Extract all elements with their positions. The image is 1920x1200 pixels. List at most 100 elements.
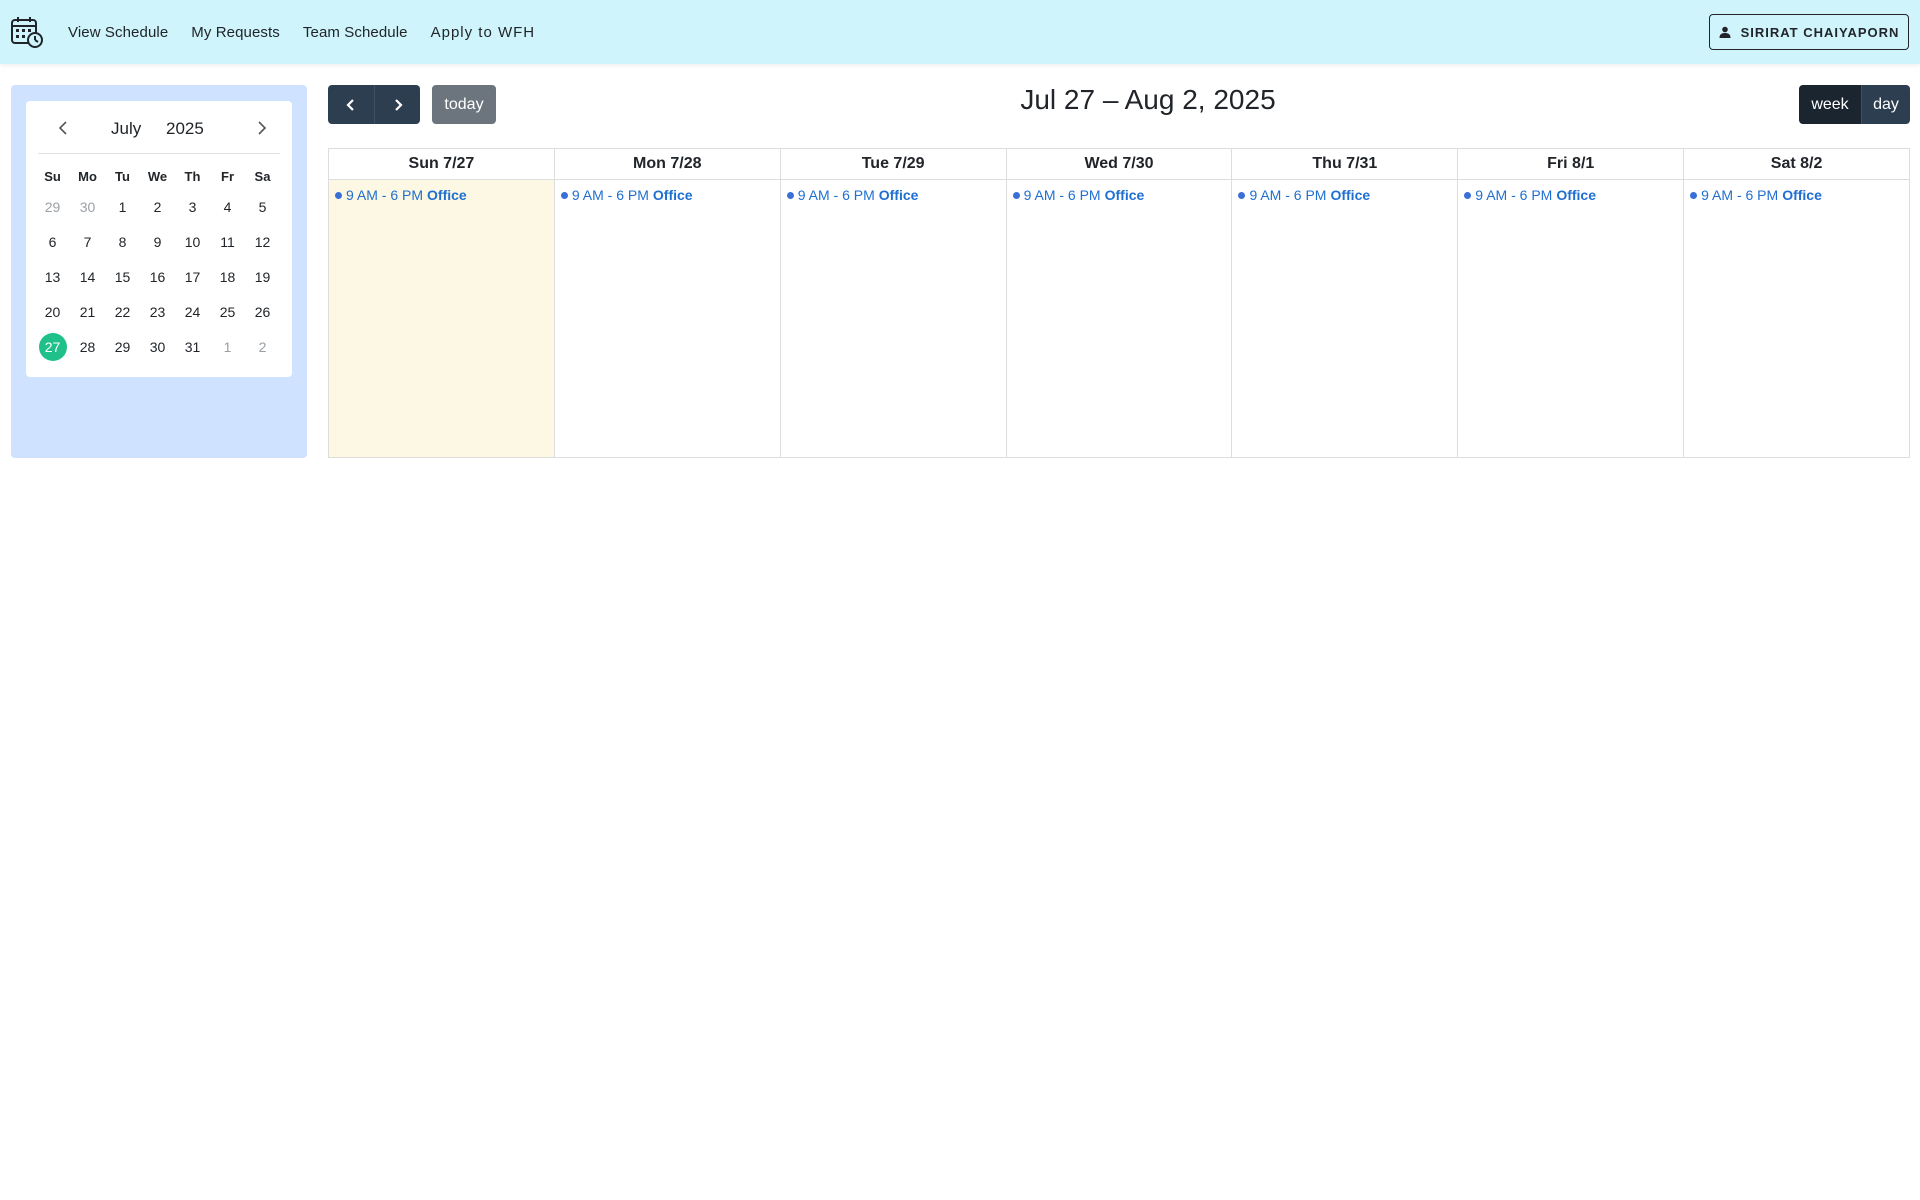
day-number[interactable]: 1 <box>214 333 242 361</box>
day-number[interactable]: 19 <box>249 263 277 291</box>
day-number[interactable]: 18 <box>214 263 242 291</box>
day-number[interactable]: 30 <box>144 333 172 361</box>
day-number[interactable]: 17 <box>179 263 207 291</box>
mini-calendar-weekdays: Su Mo Tu We Th Fr Sa <box>35 163 281 189</box>
chevron-left-icon[interactable] <box>55 119 73 137</box>
day-column[interactable]: Mon 7/28 9 AM - 6 PM Office <box>554 149 781 457</box>
day-number[interactable]: 10 <box>179 228 207 256</box>
day-number[interactable]: 29 <box>39 193 67 221</box>
event-dot-icon <box>1238 191 1246 199</box>
mini-calendar-day: 3 <box>175 193 210 221</box>
day-cell[interactable]: 9 AM - 6 PM Office <box>1458 180 1683 457</box>
day-number[interactable]: 26 <box>249 298 277 326</box>
day-column[interactable]: Fri 8/1 9 AM - 6 PM Office <box>1458 149 1685 457</box>
day-number[interactable]: 9 <box>144 228 172 256</box>
nav-team-schedule[interactable]: Team Schedule <box>303 24 408 41</box>
mini-calendar-day: 1 <box>210 333 245 361</box>
day-number[interactable]: 20 <box>39 298 67 326</box>
day-column[interactable]: Sun 7/27 9 AM - 6 PM Office <box>329 149 555 457</box>
day-column[interactable]: Wed 7/30 9 AM - 6 PM Office <box>1006 149 1233 457</box>
mini-calendar-day: 16 <box>140 263 175 291</box>
mini-calendar-day: 18 <box>210 263 245 291</box>
week-view-button[interactable]: week <box>1799 85 1861 124</box>
day-column[interactable]: Sat 8/2 9 AM - 6 PM Office <box>1684 149 1910 457</box>
day-cell[interactable]: 9 AM - 6 PM Office <box>329 180 554 457</box>
day-number[interactable]: 27 <box>38 332 67 361</box>
event-office[interactable]: 9 AM - 6 PM Office <box>1012 187 1144 203</box>
day-number[interactable]: 22 <box>109 298 137 326</box>
mini-calendar-grid: Su Mo Tu We Th Fr Sa 29 30 1 2 3 4 5 6 7 8 9 10 11 12 13 14 15 1… <box>35 163 281 364</box>
day-number[interactable]: 16 <box>144 263 172 291</box>
day-cell[interactable]: 9 AM - 6 PM Office <box>781 180 1006 457</box>
day-header[interactable]: Mon 7/28 <box>554 149 780 180</box>
day-number[interactable]: 2 <box>144 193 172 221</box>
day-header[interactable]: Tue 7/29 <box>780 149 1006 180</box>
event-office[interactable]: 9 AM - 6 PM Office <box>335 187 467 203</box>
event-office[interactable]: 9 AM - 6 PM Office <box>560 187 693 203</box>
day-number[interactable]: 8 <box>109 228 137 256</box>
nav-my-requests[interactable]: My Requests <box>191 24 280 41</box>
day-number[interactable]: 23 <box>144 298 172 326</box>
event-office[interactable]: 9 AM - 6 PM Office <box>786 187 918 203</box>
next-week-button[interactable] <box>374 85 420 124</box>
prev-week-button[interactable] <box>328 85 374 124</box>
event-title: Office <box>652 187 693 203</box>
day-number[interactable]: 24 <box>179 298 207 326</box>
day-number[interactable]: 2 <box>249 333 277 361</box>
event-time: 9 AM - 6 PM <box>1023 187 1101 203</box>
event-office[interactable]: 9 AM - 6 PM Office <box>1464 187 1596 203</box>
event-office[interactable]: 9 AM - 6 PM Office <box>1238 187 1370 203</box>
day-view-button[interactable]: day <box>1861 85 1910 124</box>
day-number[interactable]: 31 <box>179 333 207 361</box>
sidebar: July 2025 Su Mo Tu We Th Fr Sa 29 30 1 2 3 4 5 6 7 8 9 10 1… <box>11 85 307 458</box>
chevron-right-icon[interactable] <box>252 119 270 137</box>
day-header[interactable]: Fri 8/1 <box>1458 149 1684 180</box>
nav-view-schedule[interactable]: View Schedule <box>68 24 168 41</box>
weekday-label: Mo <box>78 168 97 184</box>
day-number[interactable]: 7 <box>74 228 102 256</box>
day-number[interactable]: 21 <box>74 298 102 326</box>
day-number[interactable]: 12 <box>249 228 277 256</box>
event-time: 9 AM - 6 PM <box>571 187 649 203</box>
day-number[interactable]: 13 <box>39 263 67 291</box>
day-column[interactable]: Tue 7/29 9 AM - 6 PM Office <box>780 149 1007 457</box>
day-header[interactable]: Sat 8/2 <box>1684 149 1910 180</box>
nav-apply-wfh[interactable]: Apply to WFH <box>431 24 536 41</box>
day-header[interactable]: Sun 7/27 <box>329 149 554 180</box>
day-number[interactable]: 5 <box>249 193 277 221</box>
mini-calendar-day: 11 <box>210 228 245 256</box>
day-number[interactable]: 28 <box>74 333 102 361</box>
event-time: 9 AM - 6 PM <box>1249 187 1327 203</box>
mini-calendar-day: 28 <box>70 333 105 361</box>
mini-calendar-week: 29 30 1 2 3 4 5 <box>35 189 281 224</box>
mini-calendar-day: 21 <box>70 298 105 326</box>
day-cell[interactable]: 9 AM - 6 PM Office <box>1232 180 1457 457</box>
event-office[interactable]: 9 AM - 6 PM Office <box>1690 187 1822 203</box>
day-header[interactable]: Thu 7/31 <box>1232 149 1458 180</box>
today-button[interactable]: today <box>432 85 496 124</box>
mini-calendar-day: 2 <box>245 333 280 361</box>
mini-calendar-year[interactable]: 2025 <box>166 119 204 139</box>
week-grid: Sun 7/27 9 AM - 6 PM Office Mon 7/28 9 AM - … <box>328 148 1910 458</box>
day-number[interactable]: 25 <box>214 298 242 326</box>
day-number[interactable]: 30 <box>74 193 102 221</box>
day-number[interactable]: 3 <box>179 193 207 221</box>
day-number[interactable]: 14 <box>74 263 102 291</box>
day-number[interactable]: 4 <box>214 193 242 221</box>
user-menu-button[interactable]: SIRIRAT CHAIYAPORN <box>1709 14 1909 50</box>
day-column[interactable]: Thu 7/31 9 AM - 6 PM Office <box>1232 149 1459 457</box>
day-header[interactable]: Wed 7/30 <box>1006 149 1232 180</box>
mini-calendar-day: 22 <box>105 298 140 326</box>
day-cell[interactable]: 9 AM - 6 PM Office <box>1007 180 1232 457</box>
day-number[interactable]: 11 <box>214 228 242 256</box>
day-number[interactable]: 15 <box>109 263 137 291</box>
event-time: 9 AM - 6 PM <box>346 187 424 203</box>
day-number[interactable]: 1 <box>109 193 137 221</box>
day-cell[interactable]: 9 AM - 6 PM Office <box>1684 180 1909 457</box>
day-cell[interactable]: 9 AM - 6 PM Office <box>555 180 780 457</box>
calendar-clock-icon[interactable] <box>10 15 44 49</box>
day-number[interactable]: 29 <box>109 333 137 361</box>
mini-calendar-month[interactable]: July <box>111 119 141 139</box>
mini-calendar-day: 8 <box>105 228 140 256</box>
day-number[interactable]: 6 <box>39 228 67 256</box>
